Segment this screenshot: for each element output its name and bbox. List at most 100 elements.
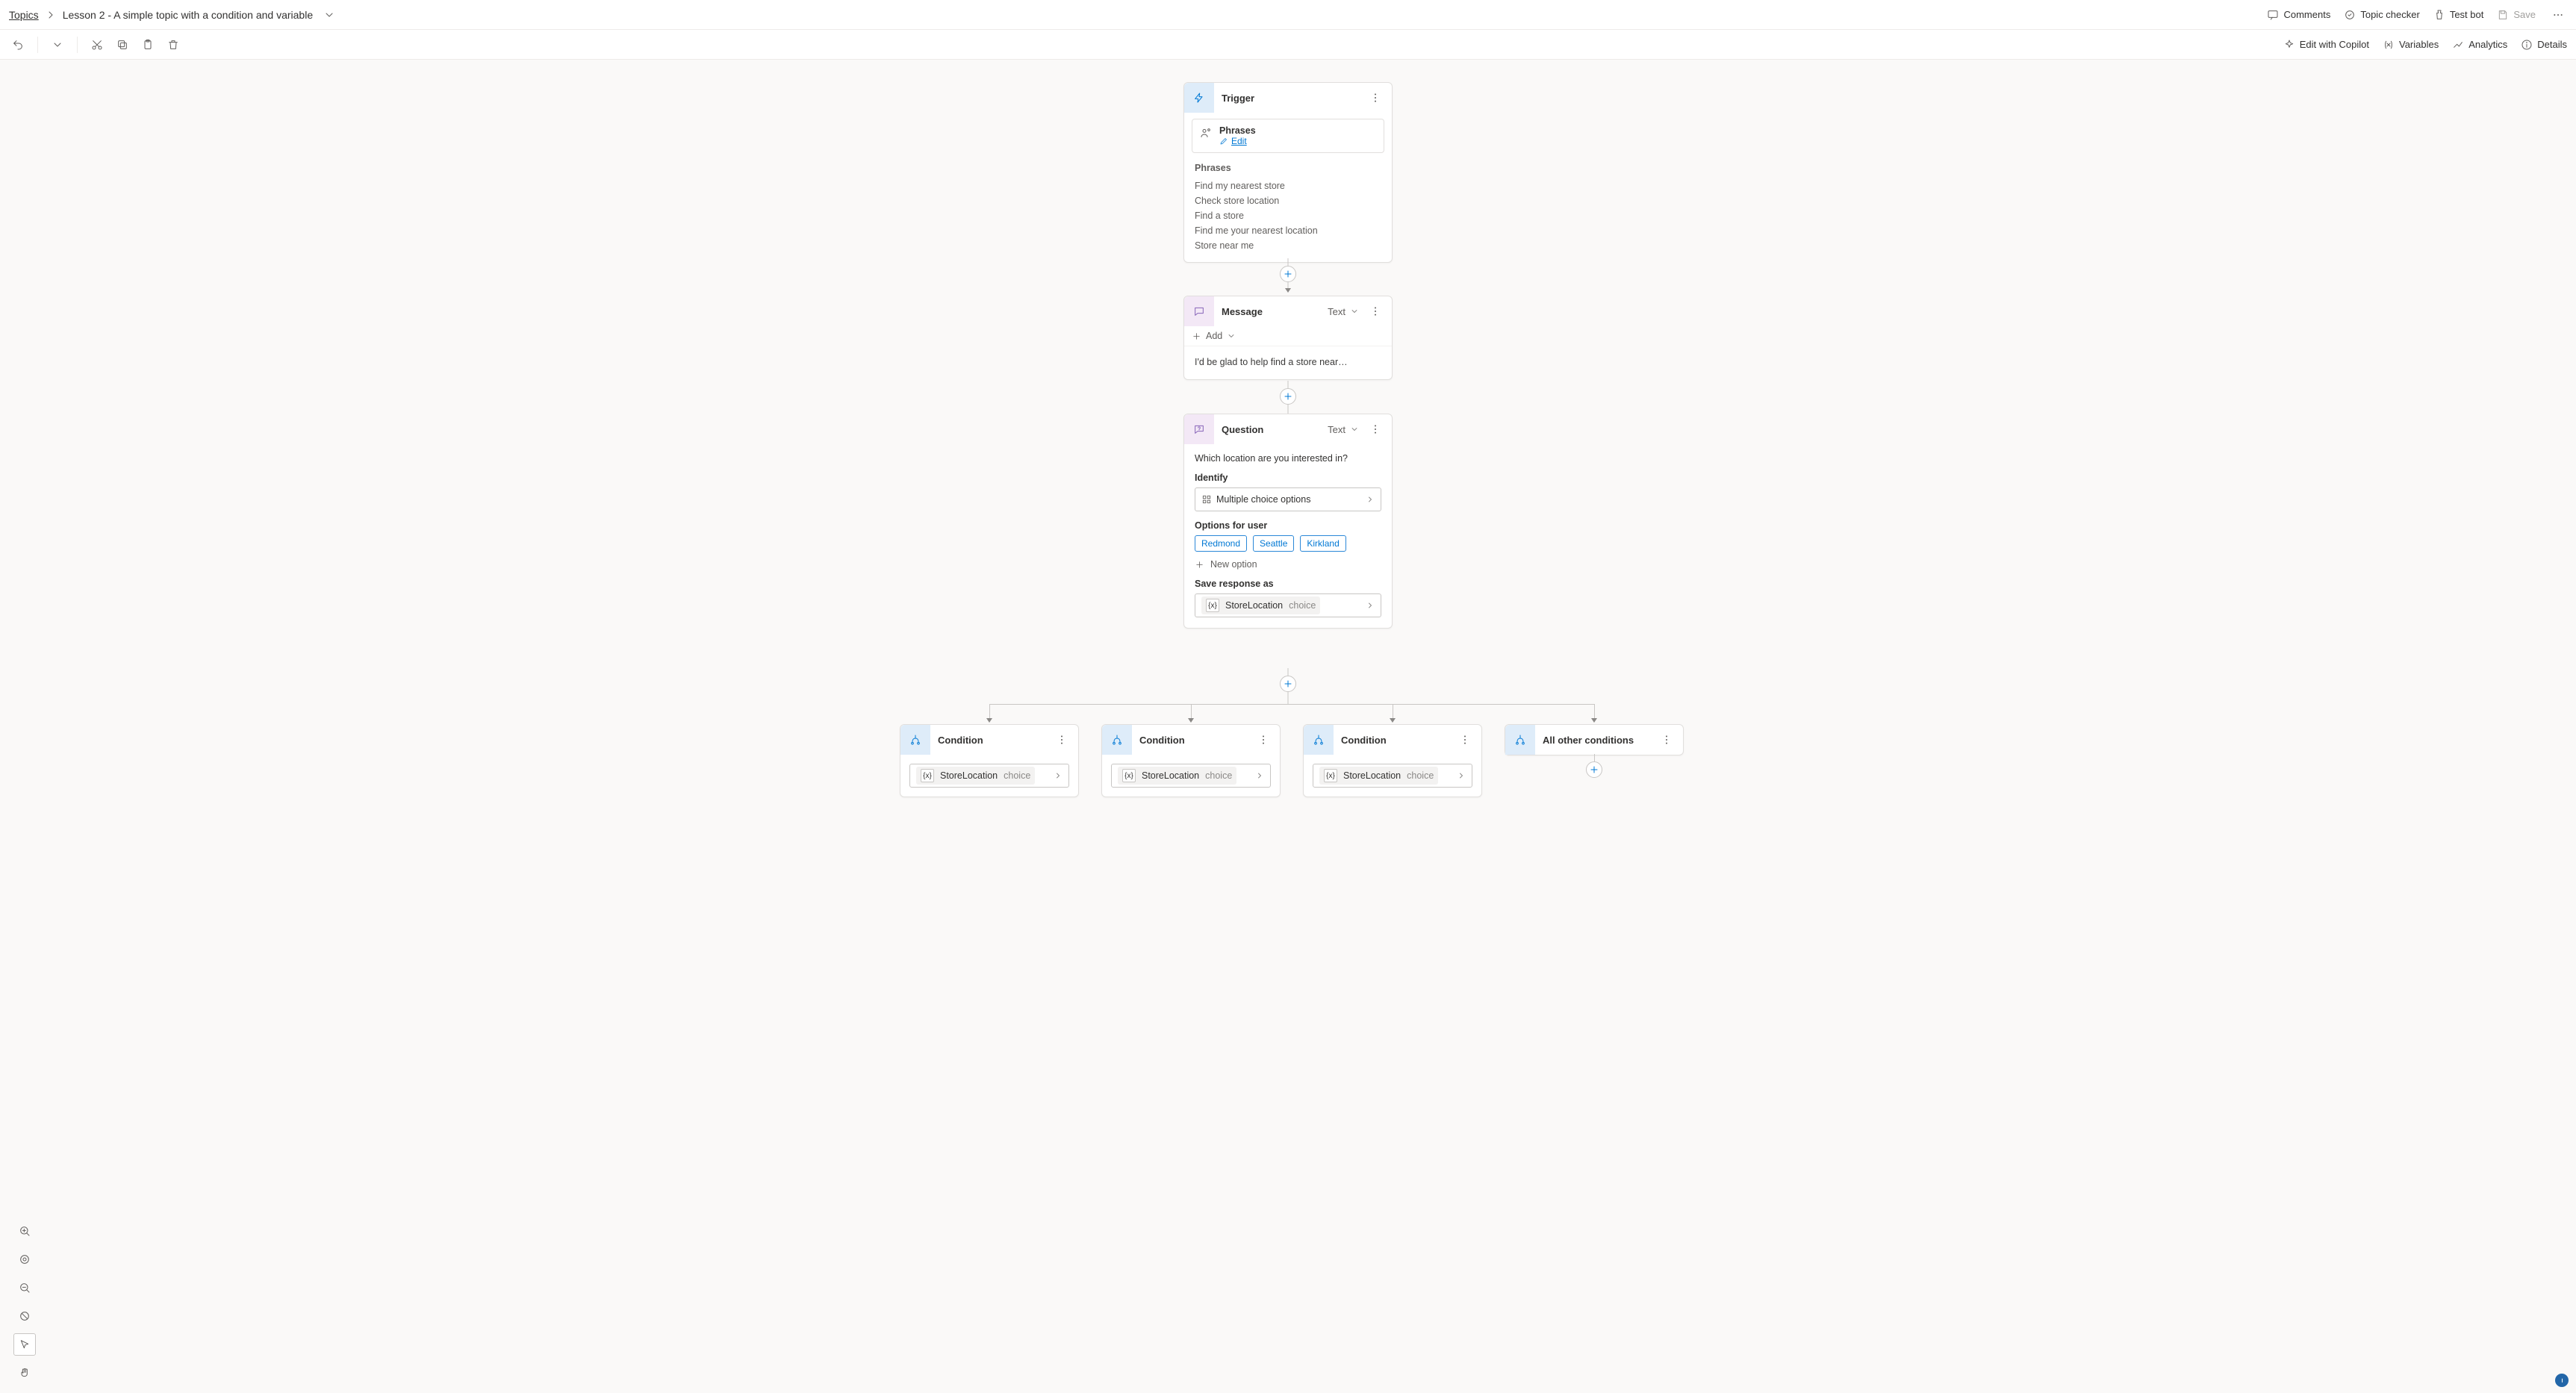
add-node-button[interactable] bbox=[1280, 388, 1296, 405]
node-question[interactable]: Question Text Which location are you int… bbox=[1183, 414, 1393, 629]
node-condition-more[interactable] bbox=[1456, 732, 1474, 747]
node-trigger[interactable]: Trigger Phrases Edit Phrases bbox=[1183, 82, 1393, 263]
variable-pill: {x} StoreLocation choice bbox=[1201, 596, 1320, 614]
arrow-down-icon bbox=[1285, 288, 1291, 293]
connector bbox=[1191, 704, 1192, 719]
node-message[interactable]: Message Text Add I'd be glad to help fin… bbox=[1183, 296, 1393, 380]
node-question-more[interactable] bbox=[1366, 422, 1384, 437]
node-condition[interactable]: Condition {x} StoreLocation choice bbox=[1101, 724, 1281, 797]
options-chips: Redmond Seattle Kirkland bbox=[1195, 535, 1381, 552]
condition-variable-field[interactable]: {x} StoreLocation choice bbox=[1313, 764, 1472, 788]
phrase-list-heading: Phrases bbox=[1195, 161, 1381, 175]
history-dropdown[interactable] bbox=[49, 36, 66, 54]
node-condition-more[interactable] bbox=[1053, 732, 1071, 747]
save-response-field[interactable]: {x} StoreLocation choice bbox=[1195, 593, 1381, 617]
variable-type: choice bbox=[1289, 600, 1316, 611]
variable-pill: {x} StoreLocation choice bbox=[1118, 767, 1236, 785]
breadcrumb-root[interactable]: Topics bbox=[9, 9, 39, 21]
option-chip[interactable]: Kirkland bbox=[1300, 535, 1345, 552]
top-actions: Comments Topic checker Test bot Save bbox=[2267, 6, 2567, 24]
branch-icon bbox=[1102, 725, 1132, 755]
phrases-edit-link[interactable]: Edit bbox=[1219, 136, 1256, 146]
connector bbox=[1288, 258, 1289, 266]
identify-field[interactable]: Multiple choice options bbox=[1195, 487, 1381, 511]
save-button[interactable]: Save bbox=[2497, 9, 2536, 21]
option-chip[interactable]: Redmond bbox=[1195, 535, 1247, 552]
variable-icon: {x} bbox=[1324, 769, 1337, 782]
details-label: Details bbox=[2537, 39, 2567, 50]
connector bbox=[989, 704, 1594, 705]
arrow-down-icon bbox=[986, 718, 992, 723]
branch-icon bbox=[1505, 725, 1535, 755]
reset-zoom-button[interactable] bbox=[13, 1305, 36, 1327]
question-kind-label: Text bbox=[1328, 424, 1345, 435]
copilot-button[interactable]: Edit with Copilot bbox=[2283, 39, 2369, 51]
option-chip[interactable]: Seattle bbox=[1253, 535, 1294, 552]
fit-view-button[interactable] bbox=[13, 1248, 36, 1271]
zoom-out-button[interactable] bbox=[13, 1277, 36, 1299]
test-bot-button[interactable]: Test bot bbox=[2433, 9, 2484, 21]
topic-checker-button[interactable]: Topic checker bbox=[2344, 9, 2419, 21]
breadcrumb-dropdown[interactable] bbox=[323, 9, 335, 21]
question-text[interactable]: Which location are you interested in? bbox=[1195, 453, 1381, 464]
identify-value: Multiple choice options bbox=[1216, 494, 1310, 505]
node-message-more[interactable] bbox=[1366, 304, 1384, 319]
node-other-title: All other conditions bbox=[1543, 735, 1650, 746]
condition-variable-field[interactable]: {x} StoreLocation choice bbox=[1111, 764, 1271, 788]
delete-button[interactable] bbox=[164, 36, 182, 54]
variables-button[interactable]: Variables bbox=[2383, 39, 2439, 51]
arrow-down-icon bbox=[1390, 718, 1396, 723]
paste-button[interactable] bbox=[139, 36, 157, 54]
arrow-down-icon bbox=[1188, 718, 1194, 723]
node-condition-title: Condition bbox=[1341, 735, 1449, 746]
variable-type: choice bbox=[1205, 770, 1232, 781]
variable-icon: {x} bbox=[921, 769, 934, 782]
topic-checker-label: Topic checker bbox=[2360, 9, 2419, 20]
variable-name: StoreLocation bbox=[1142, 770, 1199, 781]
node-trigger-more[interactable] bbox=[1366, 90, 1384, 105]
connector bbox=[1288, 381, 1289, 388]
identify-label: Identify bbox=[1195, 473, 1381, 483]
node-condition-more[interactable] bbox=[1254, 732, 1272, 747]
breadcrumb-title: Lesson 2 - A simple topic with a conditi… bbox=[63, 9, 313, 21]
select-tool-button[interactable] bbox=[13, 1333, 36, 1356]
variables-label: Variables bbox=[2399, 39, 2439, 50]
copilot-label: Edit with Copilot bbox=[2300, 39, 2369, 50]
canvas-viewport[interactable]: Trigger Phrases Edit Phrases bbox=[0, 60, 2576, 1393]
cut-button[interactable] bbox=[88, 36, 106, 54]
node-other-conditions[interactable]: All other conditions bbox=[1505, 724, 1684, 755]
node-condition[interactable]: Condition {x} StoreLocation choice bbox=[900, 724, 1079, 797]
details-button[interactable]: Details bbox=[2521, 39, 2567, 51]
question-kind-dropdown[interactable]: Text bbox=[1328, 424, 1359, 435]
message-kind-dropdown[interactable]: Text bbox=[1328, 306, 1359, 317]
variable-icon: {x} bbox=[1206, 599, 1219, 612]
condition-variable-field[interactable]: {x} StoreLocation choice bbox=[909, 764, 1069, 788]
add-node-button[interactable] bbox=[1280, 676, 1296, 692]
message-add-button[interactable]: Add bbox=[1184, 326, 1392, 346]
variable-icon: {x} bbox=[1122, 769, 1136, 782]
add-node-button[interactable] bbox=[1586, 761, 1602, 778]
phrases-card[interactable]: Phrases Edit bbox=[1192, 119, 1384, 153]
authoring-canvas[interactable]: Trigger Phrases Edit Phrases bbox=[653, 60, 1923, 881]
message-text[interactable]: I'd be glad to help find a store near… bbox=[1184, 346, 1392, 379]
overflow-button[interactable] bbox=[2549, 6, 2567, 24]
analytics-button[interactable]: Analytics bbox=[2452, 39, 2507, 51]
node-header: Message Text bbox=[1184, 296, 1392, 326]
zoom-in-button[interactable] bbox=[13, 1220, 36, 1242]
node-condition-title: Condition bbox=[938, 735, 1045, 746]
undo-button[interactable] bbox=[9, 36, 27, 54]
node-message-title: Message bbox=[1222, 306, 1320, 317]
new-option-button[interactable]: New option bbox=[1195, 559, 1381, 570]
node-condition[interactable]: Condition {x} StoreLocation choice bbox=[1303, 724, 1482, 797]
connector bbox=[989, 704, 990, 719]
chat-icon bbox=[1184, 296, 1214, 326]
pan-tool-button[interactable] bbox=[13, 1362, 36, 1384]
copy-button[interactable] bbox=[113, 36, 131, 54]
phrases-edit-label: Edit bbox=[1231, 136, 1247, 146]
variable-name: StoreLocation bbox=[1343, 770, 1401, 781]
node-other-more[interactable] bbox=[1658, 732, 1676, 747]
comments-button[interactable]: Comments bbox=[2267, 9, 2330, 21]
help-button[interactable]: i bbox=[2555, 1374, 2569, 1387]
add-node-button[interactable] bbox=[1280, 266, 1296, 282]
node-header: Question Text bbox=[1184, 414, 1392, 444]
